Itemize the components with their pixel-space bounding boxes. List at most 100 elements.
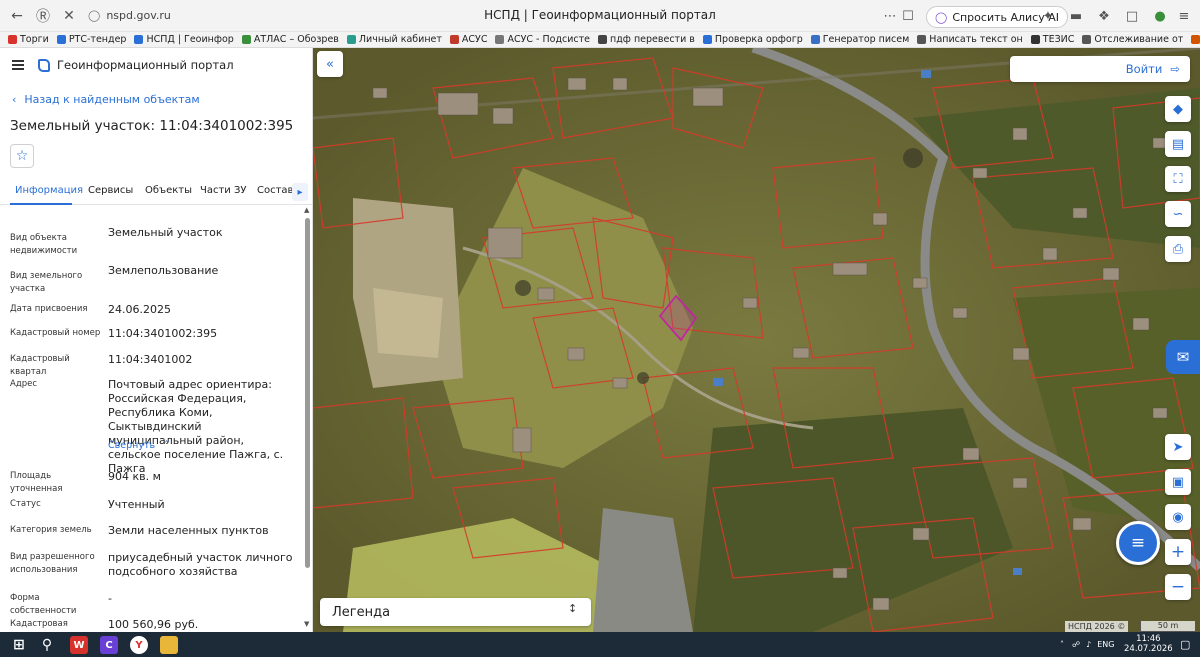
scrollbar-thumb[interactable]	[305, 218, 310, 568]
more-icon[interactable]: ⋯	[882, 8, 898, 24]
select-area-icon: ⛶	[1173, 171, 1183, 187]
wps-office-icon[interactable]: W	[70, 636, 88, 654]
map-view[interactable]	[313, 48, 1200, 632]
chat-assistant-button[interactable]: ≡	[1116, 521, 1160, 565]
close-icon[interactable]: ✕	[56, 3, 82, 29]
bookmark-item[interactable]: РТС-тендер	[56, 34, 126, 45]
bookmark-item[interactable]: АТЛАС – Обозрев	[241, 34, 339, 45]
bookmark-favicon-icon	[598, 35, 608, 44]
zoom-in-button[interactable]: +	[1165, 539, 1191, 565]
bookmark-item[interactable]: пдф перевести в	[598, 34, 695, 45]
map-attribution: НСПД 2026 ©	[1065, 621, 1129, 632]
bookmark-item[interactable]: Генератор писем	[810, 34, 909, 45]
login-button[interactable]: Войти ⇨	[1010, 56, 1190, 82]
tab-title: НСПД | Геоинформационный портал	[484, 8, 716, 22]
object-info-panel: Геоинформационный портал ‹ Назад к найде…	[0, 48, 313, 632]
property-value: 904 кв. м	[108, 470, 161, 483]
chevron-up-tray-icon[interactable]: ˄	[1060, 640, 1064, 649]
volume-icon[interactable]: ♪	[1086, 640, 1091, 649]
satellite-map[interactable]	[313, 48, 1200, 632]
property-value: 24.06.2025	[108, 303, 171, 316]
extension-icon[interactable]: ✦	[1040, 8, 1056, 24]
bookmark-favicon-icon	[917, 35, 927, 44]
portal-logo-icon	[38, 58, 50, 72]
yandex-browser-icon[interactable]: Y	[130, 636, 148, 654]
favorite-button[interactable]: ☆	[10, 144, 34, 168]
property-value: приусадебный участок личного подсобного …	[108, 551, 293, 578]
yandex-icon[interactable]: Ⓡ	[30, 3, 56, 29]
bookmark-item[interactable]: Личный кабинет	[346, 34, 442, 45]
collapse-panel-button[interactable]: «	[317, 51, 343, 77]
search-icon[interactable]: ⚲	[38, 636, 56, 654]
ruler-icon: ▤	[1171, 136, 1185, 152]
address-bar[interactable]: ◯ nspd.gov.ru	[88, 4, 308, 28]
property-label: Статус	[10, 499, 41, 509]
notifications-icon[interactable]: ▢	[1180, 638, 1190, 651]
bookmark-favicon-icon	[346, 35, 356, 44]
layers-icon: ◆	[1173, 101, 1183, 117]
back-to-results-link[interactable]: ‹ Назад к найденным объектам	[12, 93, 200, 106]
bookmark-item[interactable]: Портал по безопа	[1191, 34, 1200, 45]
bookmark-item[interactable]: АСУС - Подсисте	[495, 34, 590, 45]
app-s-icon[interactable]: C	[100, 636, 118, 654]
downloads-icon[interactable]: ▬	[1068, 8, 1084, 24]
puzzle-icon[interactable]: ❖	[1096, 8, 1112, 24]
hamburger-menu-icon[interactable]	[12, 60, 24, 70]
property-value: Земельный участок	[108, 226, 223, 239]
scroll-up-arrow-icon[interactable]: ▲	[304, 206, 309, 214]
property-label: Вид разрешенного использования	[10, 552, 95, 575]
property-value: 11:04:3401002	[108, 353, 193, 366]
zoom-out-button[interactable]: −	[1165, 574, 1191, 600]
bookmark-item[interactable]: АСУС	[449, 34, 487, 45]
legend-dropdown[interactable]: Легенда	[320, 598, 591, 626]
menu-icon[interactable]: ≡	[1176, 8, 1192, 24]
bookmark-item[interactable]: Написать текст он	[917, 34, 1023, 45]
share-button[interactable]: ∽	[1165, 201, 1191, 227]
geolocation-button[interactable]: ➤	[1165, 434, 1191, 460]
property-label: Вид объекта недвижимости	[10, 233, 78, 256]
collapse-address-link[interactable]: Свернуть ˄	[108, 440, 169, 451]
expand-arrows-icon: ↕	[568, 602, 578, 615]
tabs-scroll-right-button[interactable]: ▸	[292, 183, 308, 201]
tab-icon[interactable]: □	[1124, 8, 1140, 24]
minimap-button[interactable]: ▣	[1165, 469, 1191, 495]
language-indicator[interactable]: ENG	[1097, 640, 1114, 649]
tab-parcel-parts[interactable]: Части ЗУ	[200, 185, 247, 196]
property-label: Категория земель	[10, 525, 92, 535]
bookmark-item[interactable]: Отслеживание от	[1082, 34, 1183, 45]
print-button[interactable]: ⎙	[1165, 236, 1191, 262]
property-label: Кадастровая	[10, 619, 68, 629]
clock[interactable]: 11:46 24.07.2026	[1124, 634, 1173, 654]
bookmark-item[interactable]: ТЕЗИС	[1030, 34, 1074, 45]
bookmark-icon[interactable]: ☐	[900, 8, 916, 24]
windows-start-icon[interactable]: ⊞	[10, 636, 28, 654]
bookmark-item[interactable]: Торги	[8, 34, 49, 45]
tab-information[interactable]: Информация	[15, 185, 83, 196]
select-area-button[interactable]: ⛶	[1165, 166, 1191, 192]
profile-icon[interactable]: ●	[1152, 8, 1168, 24]
measure-button[interactable]: ▤	[1165, 131, 1191, 157]
bookmark-item[interactable]: Проверка орфогр	[702, 34, 803, 45]
alisa-icon: ◯	[935, 10, 948, 24]
bookmark-favicon-icon	[810, 35, 820, 44]
property-label: Адрес	[10, 379, 37, 389]
bookmark-favicon-icon	[1030, 35, 1040, 44]
network-icon[interactable]: ☍	[1072, 640, 1080, 649]
back-arrow-icon[interactable]: ←	[4, 3, 30, 29]
feedback-tab[interactable]: ✉	[1166, 340, 1200, 374]
browser-titlebar: ← Ⓡ ✕ ◯ nspd.gov.ru НСПД | Геоинформацио…	[0, 0, 1200, 32]
panel-scrollbar[interactable]: ▲ ▼	[304, 206, 311, 632]
tab-services[interactable]: Сервисы	[88, 185, 133, 196]
layers-button[interactable]: ◆	[1165, 96, 1191, 122]
search-point-button[interactable]: ◉	[1165, 504, 1191, 530]
tab-objects[interactable]: Объекты	[145, 185, 192, 196]
chat-icon: ✉	[1176, 348, 1190, 366]
login-icon: ⇨	[1170, 62, 1180, 76]
property-label: Кадастровый квартал	[10, 354, 70, 377]
property-value: 100 560,96 руб.	[108, 618, 199, 631]
file-explorer-icon[interactable]	[160, 636, 178, 654]
property-label: Вид земельного участка	[10, 271, 83, 294]
bookmark-item[interactable]: НСПД | Геоинфор	[134, 34, 234, 45]
scroll-down-arrow-icon[interactable]: ▼	[304, 620, 309, 628]
tab-composition[interactable]: Состав	[257, 185, 293, 196]
